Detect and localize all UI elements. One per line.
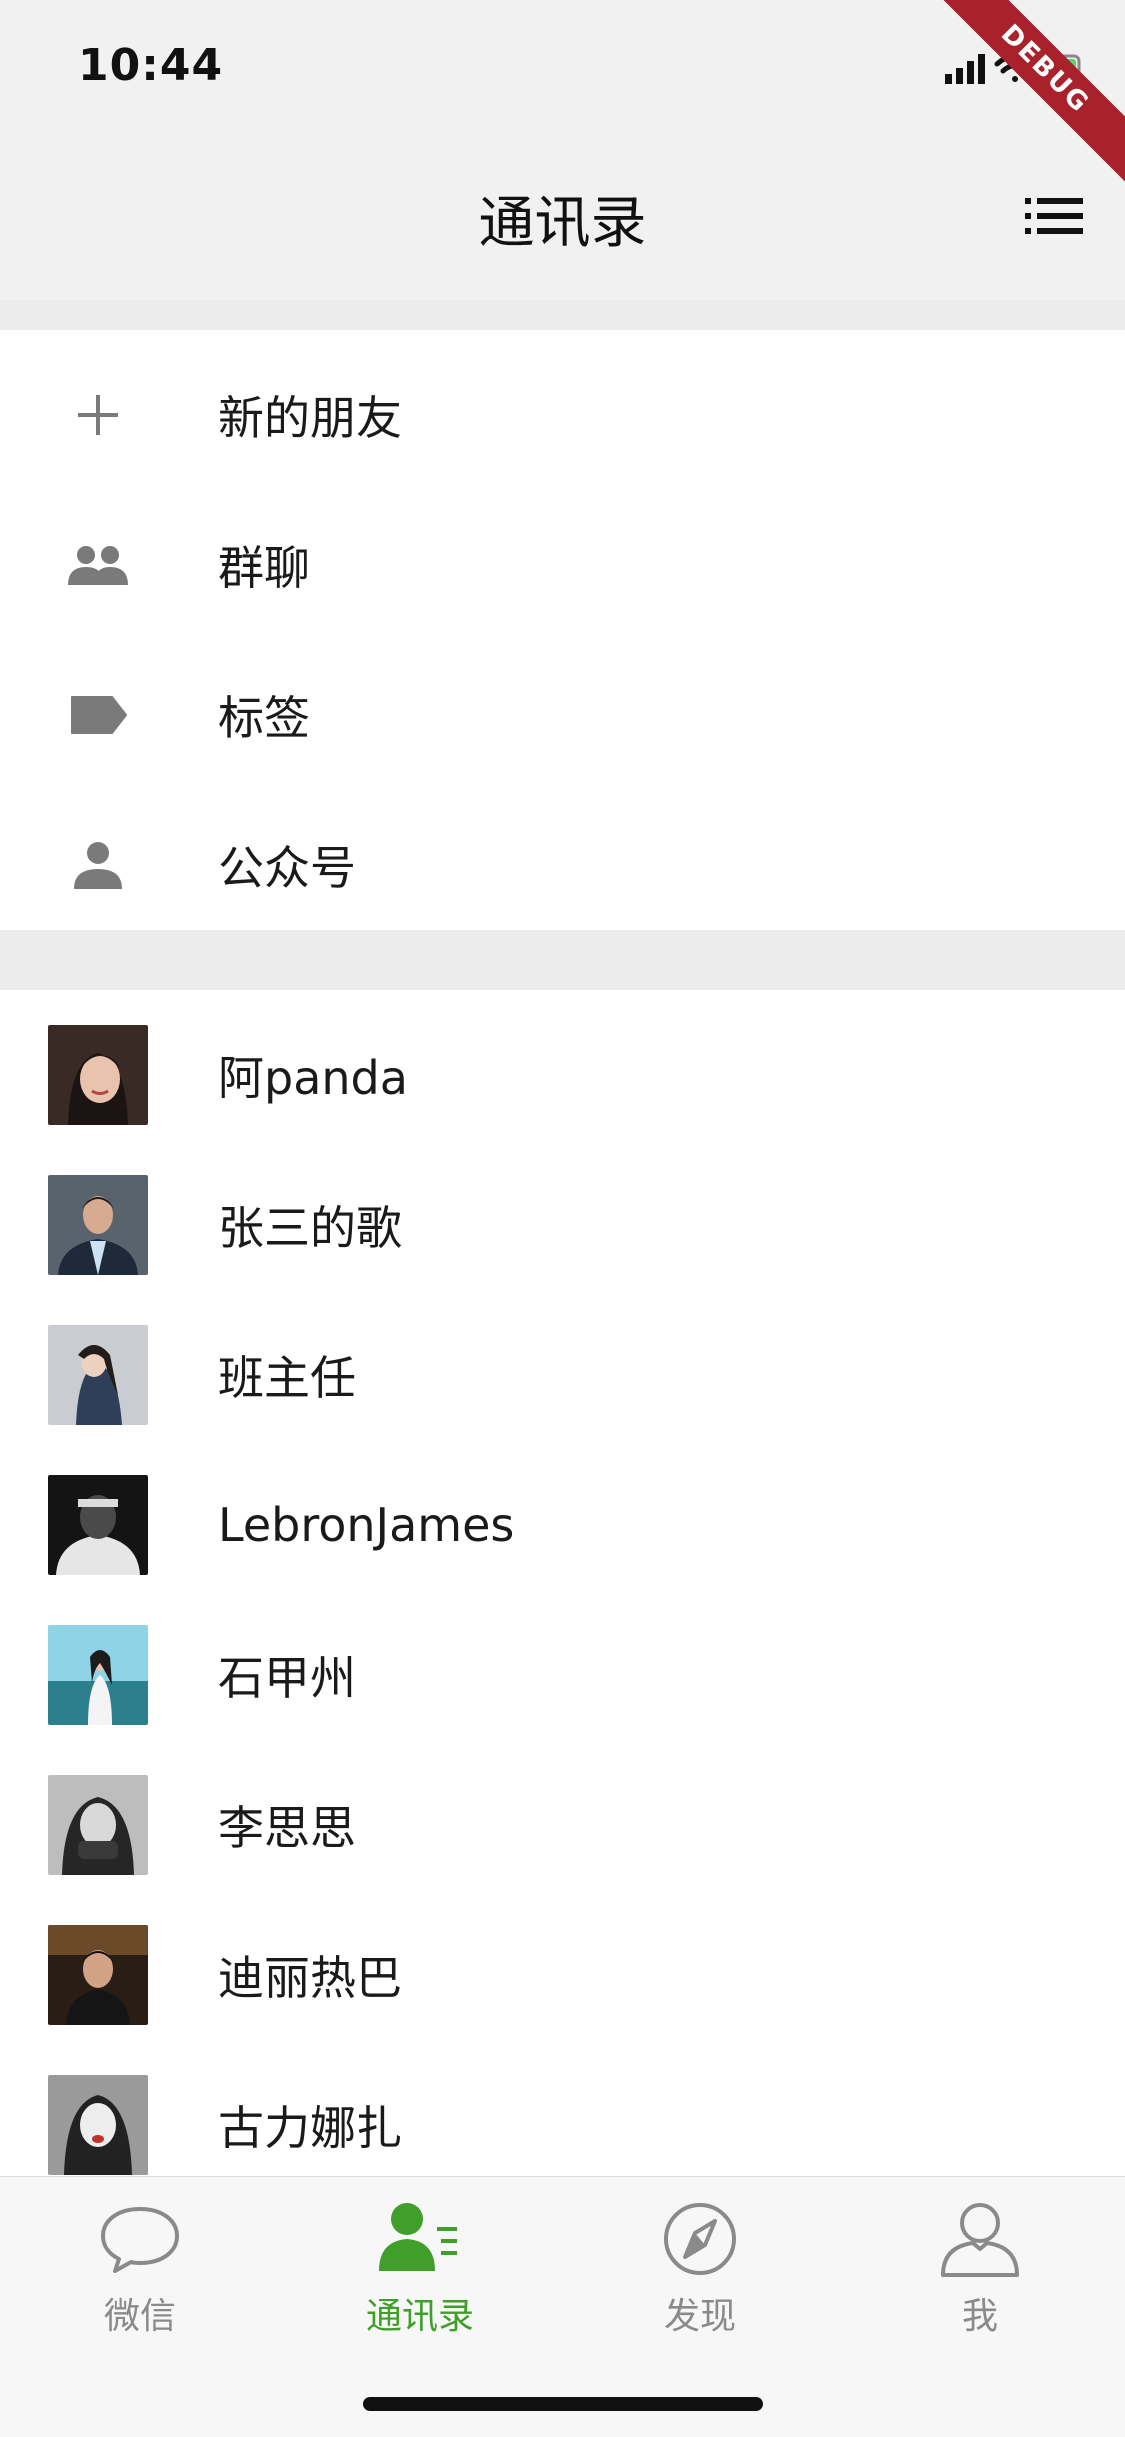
compass-icon [664, 2203, 736, 2275]
contact-name: LebronJames [218, 1498, 515, 1552]
menu-item-label: 标签 [218, 691, 310, 745]
tab-label: 微信 [103, 2296, 176, 2337]
tab-label: 我 [961, 2296, 998, 2337]
tab-label: 通讯录 [365, 2296, 474, 2337]
contact-name: 古力娜扎 [218, 2101, 402, 2155]
menu-item-group-chat[interactable]: 群聊 [0, 490, 1125, 640]
contact-row[interactable]: 阿panda [0, 1000, 1125, 1150]
tab-contacts[interactable]: 通讯录 [320, 2199, 520, 2349]
menu-item-official-accounts[interactable]: 公众号 [0, 790, 1125, 940]
signal-icon [945, 54, 985, 84]
avatar [48, 1925, 148, 2025]
section-divider [0, 930, 1125, 990]
chat-bubble-icon [101, 2207, 179, 2273]
navigation-bar: 通讯录 [0, 130, 1125, 300]
tab-bar: 微信 通讯录 发现 我 [0, 2176, 1125, 2437]
avatar [48, 2075, 148, 2175]
contact-name: 迪丽热巴 [218, 1951, 402, 2005]
plus-icon [78, 395, 118, 435]
tag-icon [71, 696, 127, 734]
avatar [48, 1775, 148, 1875]
contact-name: 石甲州 [218, 1651, 356, 1705]
avatar [48, 1175, 148, 1275]
list-menu-icon[interactable] [1025, 196, 1083, 236]
contact-name: 李思思 [218, 1801, 356, 1855]
menu-item-new-friends[interactable]: 新的朋友 [0, 340, 1125, 490]
menu-item-label: 新的朋友 [218, 391, 402, 445]
avatar [48, 1325, 148, 1425]
contact-row[interactable]: 班主任 [0, 1300, 1125, 1450]
contact-row[interactable]: LebronJames [0, 1450, 1125, 1600]
contact-row[interactable]: 李思思 [0, 1750, 1125, 1900]
tab-discover[interactable]: 发现 [600, 2199, 800, 2349]
home-indicator[interactable] [363, 2397, 763, 2411]
page-title: 通讯录 [478, 191, 647, 256]
profile-icon [941, 2203, 1019, 2277]
contact-row[interactable]: 迪丽热巴 [0, 1900, 1125, 2050]
tab-me[interactable]: 我 [880, 2199, 1080, 2349]
menu-item-label: 群聊 [218, 541, 310, 595]
group-icon [68, 546, 128, 585]
contact-row[interactable]: 张三的歌 [0, 1150, 1125, 1300]
menu-item-label: 公众号 [218, 841, 356, 895]
status-time: 10:44 [78, 40, 224, 91]
contacts-icon [379, 2203, 457, 2271]
avatar [48, 1025, 148, 1125]
person-icon [74, 842, 122, 889]
tab-label: 发现 [663, 2296, 736, 2337]
contact-row[interactable]: 石甲州 [0, 1600, 1125, 1750]
menu-item-tags[interactable]: 标签 [0, 640, 1125, 790]
avatar [48, 1625, 148, 1725]
contact-name: 阿panda [218, 1051, 408, 1105]
section-divider [0, 300, 1125, 330]
avatar [48, 1475, 148, 1575]
contact-name: 班主任 [218, 1351, 356, 1405]
tab-chats[interactable]: 微信 [40, 2199, 240, 2349]
status-bar: 10:44 [0, 0, 1125, 130]
contact-name: 张三的歌 [218, 1201, 402, 1255]
